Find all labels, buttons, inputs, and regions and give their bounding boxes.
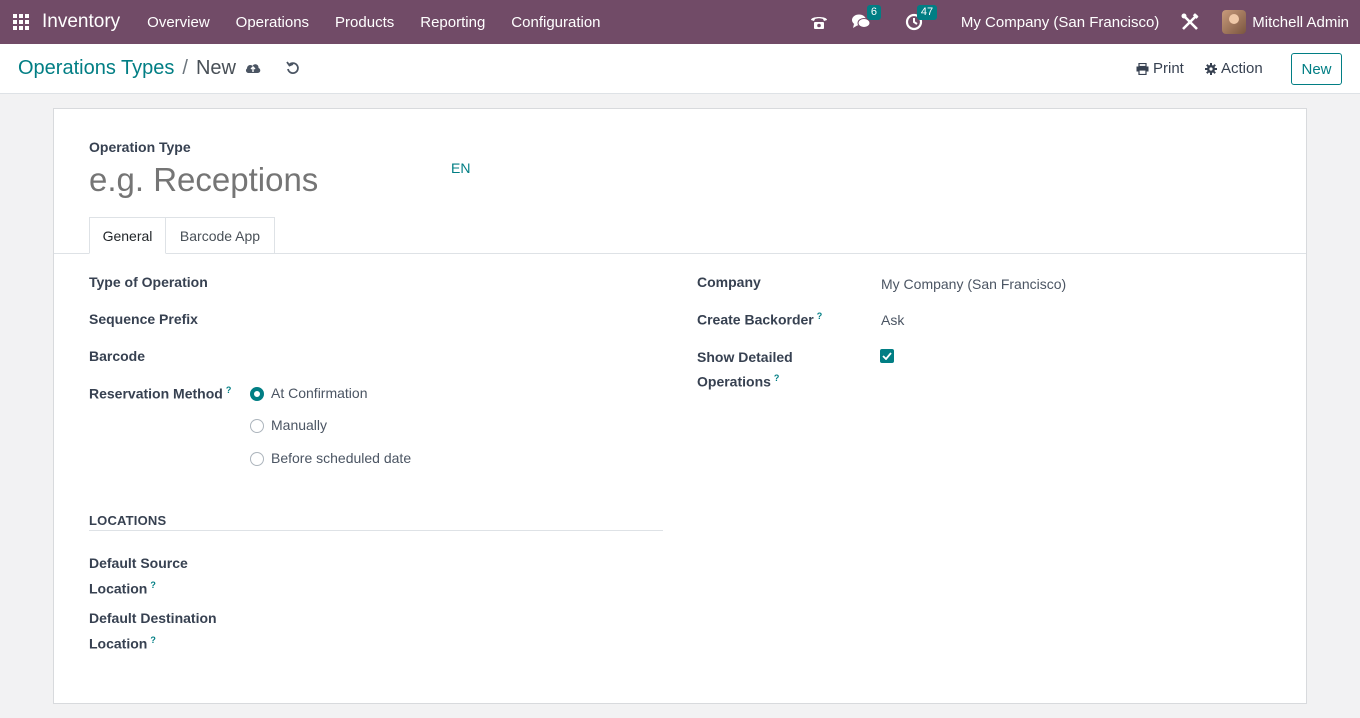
tab-general[interactable]: General [89, 217, 166, 254]
type-of-operation-label: Type of Operation [89, 274, 208, 290]
default-destination-help-icon[interactable]: ? [150, 635, 156, 645]
operation-type-label: Operation Type [89, 139, 191, 155]
reservation-method-help-icon[interactable]: ? [226, 385, 232, 395]
user-avatar[interactable] [1222, 10, 1247, 34]
show-detailed-operations-label: Show Detailed Operations? [697, 347, 793, 393]
discard-undo-icon[interactable] [286, 61, 300, 80]
company-value[interactable]: My Company (San Francisco) [881, 276, 1066, 292]
print-label: Print [1153, 60, 1184, 77]
default-source-line1: Default Source [89, 555, 188, 571]
control-panel: Operations Types / New Print Action New [0, 44, 1360, 94]
show-detailed-operations-checkbox[interactable] [880, 349, 894, 363]
save-cloud-icon[interactable] [245, 61, 261, 80]
messages-icon[interactable]: 6 [851, 5, 882, 31]
create-backorder-label: Create Backorder? [697, 311, 822, 328]
tab-barcode-app[interactable]: Barcode App [166, 217, 275, 253]
radio-at-confirmation[interactable] [250, 387, 264, 401]
default-destination-line1: Default Destination [89, 610, 217, 626]
create-backorder-value[interactable]: Ask [881, 312, 904, 328]
create-backorder-text: Create Backorder [697, 311, 814, 328]
default-source-line2: Location [89, 580, 148, 597]
tabs-border [54, 253, 1306, 254]
locations-section-title: LOCATIONS [89, 513, 167, 528]
gear-icon [1205, 62, 1217, 75]
radio-before-scheduled-date[interactable] [250, 452, 264, 466]
company-label: Company [697, 274, 761, 290]
company-switcher[interactable]: My Company (San Francisco) [961, 14, 1159, 31]
top-navbar: Inventory Overview Operations Products R… [0, 0, 1360, 44]
show-detailed-help-icon[interactable]: ? [774, 373, 780, 383]
locations-separator [89, 530, 663, 531]
barcode-label: Barcode [89, 348, 146, 364]
show-detailed-line2: Operations [697, 373, 771, 390]
create-backorder-help-icon[interactable]: ? [817, 311, 823, 321]
radio-at-confirmation-label[interactable]: At Confirmation [271, 385, 367, 401]
menu-reporting[interactable]: Reporting [407, 14, 498, 31]
operation-type-name-input[interactable] [89, 161, 429, 199]
print-button[interactable]: Print [1136, 60, 1184, 77]
activity-clock-icon[interactable]: 47 [905, 5, 938, 31]
menu-configuration[interactable]: Configuration [498, 14, 613, 31]
menu-overview[interactable]: Overview [134, 14, 223, 31]
reservation-method-text: Reservation Method [89, 385, 223, 402]
user-menu[interactable]: Mitchell Admin [1252, 14, 1349, 31]
reservation-method-label: Reservation Method? [89, 385, 231, 402]
radio-manually-label[interactable]: Manually [271, 417, 327, 433]
messages-count-badge: 6 [866, 5, 882, 20]
radio-manually[interactable] [250, 419, 264, 433]
action-label: Action [1221, 60, 1263, 77]
form-sheet: Operation Type EN General Barcode App Ty… [53, 108, 1307, 704]
debug-tools-icon[interactable] [1180, 12, 1200, 32]
language-button[interactable]: EN [451, 160, 470, 176]
app-grid-icon[interactable] [13, 14, 29, 30]
phone-icon[interactable] [809, 13, 829, 31]
new-button[interactable]: New [1291, 53, 1342, 85]
radio-before-scheduled-date-label[interactable]: Before scheduled date [271, 450, 411, 466]
breadcrumb-current: New [195, 57, 236, 79]
default-source-help-icon[interactable]: ? [150, 580, 156, 590]
menu-products[interactable]: Products [322, 14, 407, 31]
default-destination-location-label: Default Destination Location? [89, 607, 217, 655]
default-destination-line2: Location [89, 635, 148, 652]
breadcrumb: Operations Types / New [18, 57, 236, 80]
app-name[interactable]: Inventory [42, 11, 120, 33]
print-icon [1136, 62, 1149, 75]
breadcrumb-operations-types[interactable]: Operations Types [18, 57, 174, 80]
checkmark-icon [882, 352, 892, 360]
action-button[interactable]: Action [1205, 60, 1263, 77]
default-source-location-label: Default Source Location? [89, 552, 188, 600]
menu-operations[interactable]: Operations [223, 14, 322, 31]
show-detailed-line1: Show Detailed [697, 349, 793, 365]
activities-count-badge: 47 [916, 5, 938, 20]
breadcrumb-separator: / [182, 57, 188, 79]
sequence-prefix-label: Sequence Prefix [89, 311, 198, 327]
